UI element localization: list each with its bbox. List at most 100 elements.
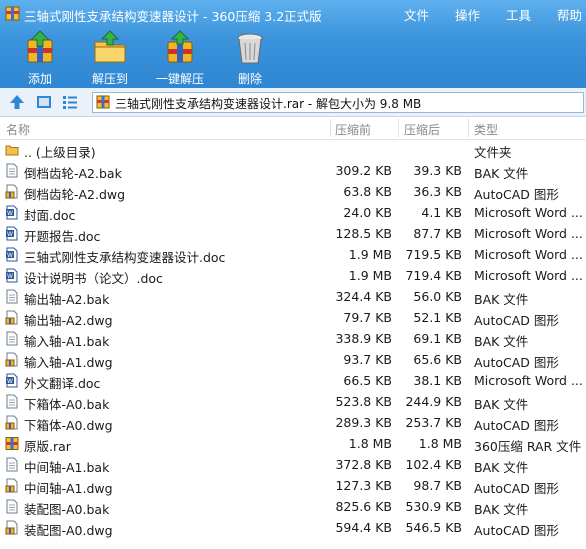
file-name: 三轴式刚性支承结构变速器设计.doc xyxy=(24,250,226,265)
file-row[interactable]: 输出轴-A2.dwg 79.7 KB 52.1 KB AutoCAD 图形 xyxy=(0,307,586,328)
rar-archive-icon xyxy=(96,95,110,109)
file-packed-size: 38.1 KB xyxy=(413,373,462,388)
extract-to-label: 解压到 xyxy=(91,72,128,86)
delete-button[interactable]: 删除 xyxy=(215,30,285,86)
file-packed-size: 1.8 MB xyxy=(418,436,462,451)
thumbnail-view-icon[interactable] xyxy=(35,93,53,111)
word-doc-icon: W xyxy=(6,268,18,283)
file-row[interactable]: 下箱体-A0.dwg 289.3 KB 253.7 KB AutoCAD 图形 xyxy=(0,412,586,433)
word-doc-icon: W xyxy=(6,226,18,241)
file-type: AutoCAD 图形 xyxy=(474,355,559,370)
file-type: 文件夹 xyxy=(474,145,512,160)
dwg-file-icon xyxy=(5,184,18,199)
file-name: 开题报告.doc xyxy=(24,229,101,244)
bak-file-icon xyxy=(6,163,18,178)
extract-to-button[interactable]: 解压到 xyxy=(75,30,145,86)
file-name: 原版.rar xyxy=(24,439,71,454)
file-name: 输出轴-A2.dwg xyxy=(24,313,113,328)
delete-trash-icon xyxy=(237,33,263,64)
file-row[interactable]: W 开题报告.doc 128.5 KB 87.7 KB Microsoft Word .… xyxy=(0,223,586,244)
file-row[interactable]: .. (上级目录) 文件夹 xyxy=(0,139,586,160)
file-row[interactable]: 倒档齿轮-A2.dwg 63.8 KB 36.3 KB AutoCAD 图形 xyxy=(0,181,586,202)
file-packed-size: 546.5 KB xyxy=(405,520,462,535)
file-name: 外文翻译.doc xyxy=(24,376,101,391)
file-row[interactable]: 下箱体-A0.bak 523.8 KB 244.9 KB BAK 文件 xyxy=(0,391,586,412)
extract-to-icon xyxy=(94,30,126,63)
column-divider[interactable] xyxy=(330,119,331,137)
dwg-file-icon xyxy=(5,478,18,493)
file-packed-size: 719.5 KB xyxy=(405,247,462,262)
title-bar: 三轴式刚性支承结构变速器设计 - 360压缩 3.2正式版 文件 操作 工具 帮… xyxy=(0,0,586,28)
word-doc-icon: W xyxy=(6,247,18,262)
file-size: 93.7 KB xyxy=(343,352,392,367)
rar-archive-icon xyxy=(5,437,19,450)
file-row[interactable]: 装配图-A0.dwg 594.4 KB 546.5 KB AutoCAD 图形 xyxy=(0,517,586,538)
file-row[interactable]: 中间轴-A1.bak 372.8 KB 102.4 KB BAK 文件 xyxy=(0,454,586,475)
file-row[interactable]: 原版.rar 1.8 MB 1.8 MB 360压缩 RAR 文件 xyxy=(0,433,586,454)
menu-help[interactable]: 帮助 xyxy=(557,5,582,24)
file-name: 下箱体-A0.bak xyxy=(24,397,110,412)
file-name: 中间轴-A1.dwg xyxy=(24,481,113,496)
menu-file[interactable]: 文件 xyxy=(404,5,429,24)
file-row[interactable]: W 设计说明书（论文）.doc 1.9 MB 719.4 KB Microsoft Wo… xyxy=(0,265,586,286)
file-name: 输入轴-A1.dwg xyxy=(24,355,113,370)
file-row[interactable]: W 三轴式刚性支承结构变速器设计.doc 1.9 MB 719.5 KB Microso… xyxy=(0,244,586,265)
column-divider[interactable] xyxy=(468,119,469,137)
file-size: 324.4 KB xyxy=(335,289,392,304)
file-type: Microsoft Word ... xyxy=(474,226,583,241)
file-name: 倒档齿轮-A2.dwg xyxy=(24,187,126,202)
file-row[interactable]: 输出轴-A2.bak 324.4 KB 56.0 KB BAK 文件 xyxy=(0,286,586,307)
file-packed-size: 102.4 KB xyxy=(405,457,462,472)
svg-text:W: W xyxy=(7,252,13,259)
file-type: BAK 文件 xyxy=(474,292,529,307)
up-arrow-icon[interactable] xyxy=(8,93,26,111)
file-name: .. (上级目录) xyxy=(24,145,96,160)
archive-path-field[interactable]: 三轴式刚性支承结构变速器设计.rar - 解包大小为 9.8 MB xyxy=(92,92,584,113)
file-type: Microsoft Word ... xyxy=(474,205,583,220)
column-type[interactable]: 类型 xyxy=(474,121,498,138)
archive-path: 三轴式刚性支承结构变速器设计.rar - 解包大小为 9.8 MB xyxy=(115,97,422,111)
svg-text:W: W xyxy=(7,378,13,385)
column-packed[interactable]: 压缩后 xyxy=(404,121,440,138)
one-click-extract-icon xyxy=(167,30,193,63)
column-name[interactable]: 名称 xyxy=(6,121,30,138)
list-view-icon[interactable] xyxy=(61,93,79,111)
dwg-file-icon xyxy=(5,520,18,535)
file-type: Microsoft Word ... xyxy=(474,268,583,283)
file-packed-size: 719.4 KB xyxy=(405,268,462,283)
file-name: 设计说明书（论文）.doc xyxy=(24,271,163,286)
file-row[interactable]: 装配图-A0.bak 825.6 KB 530.9 KB BAK 文件 xyxy=(0,496,586,517)
add-button[interactable]: 添加 xyxy=(5,30,75,86)
file-name: 装配图-A0.bak xyxy=(24,502,110,517)
column-header: 名称 压缩前 压缩后 类型 xyxy=(0,117,586,140)
bak-file-icon xyxy=(6,457,18,472)
file-row[interactable]: W 外文翻译.doc 66.5 KB 38.1 KB Microsoft Word ..… xyxy=(0,370,586,391)
file-type: Microsoft Word ... xyxy=(474,247,583,262)
one-click-extract-label: 一键解压 xyxy=(155,72,204,86)
file-row[interactable]: 倒档齿轮-A2.bak 309.2 KB 39.3 KB BAK 文件 xyxy=(0,160,586,181)
file-type: BAK 文件 xyxy=(474,502,529,517)
column-size[interactable]: 压缩前 xyxy=(335,121,371,138)
file-row[interactable]: 输入轴-A1.bak 338.9 KB 69.1 KB BAK 文件 xyxy=(0,328,586,349)
file-packed-size: 56.0 KB xyxy=(413,289,462,304)
file-type: BAK 文件 xyxy=(474,397,529,412)
menu-operation[interactable]: 操作 xyxy=(455,5,480,24)
archive-window: 三轴式刚性支承结构变速器设计 - 360压缩 3.2正式版 文件 操作 工具 帮… xyxy=(0,0,586,549)
file-name: 下箱体-A0.dwg xyxy=(24,418,113,433)
file-type: BAK 文件 xyxy=(474,334,529,349)
file-size: 594.4 KB xyxy=(335,520,392,535)
file-size: 24.0 KB xyxy=(343,205,392,220)
file-name: 输出轴-A2.bak xyxy=(24,292,110,307)
svg-text:W: W xyxy=(7,210,13,217)
file-row[interactable]: 输入轴-A1.dwg 93.7 KB 65.6 KB AutoCAD 图形 xyxy=(0,349,586,370)
column-divider[interactable] xyxy=(398,119,399,137)
file-size: 1.9 MB xyxy=(348,247,392,262)
file-row[interactable]: 中间轴-A1.dwg 127.3 KB 98.7 KB AutoCAD 图形 xyxy=(0,475,586,496)
one-click-extract-button[interactable]: 一键解压 xyxy=(145,30,215,86)
menu-tools[interactable]: 工具 xyxy=(506,5,531,24)
bak-file-icon xyxy=(6,331,18,346)
file-size: 66.5 KB xyxy=(343,373,392,388)
dwg-file-icon xyxy=(5,352,18,367)
file-row[interactable]: W 封面.doc 24.0 KB 4.1 KB Microsoft Word ... xyxy=(0,202,586,223)
svg-text:W: W xyxy=(7,231,13,238)
